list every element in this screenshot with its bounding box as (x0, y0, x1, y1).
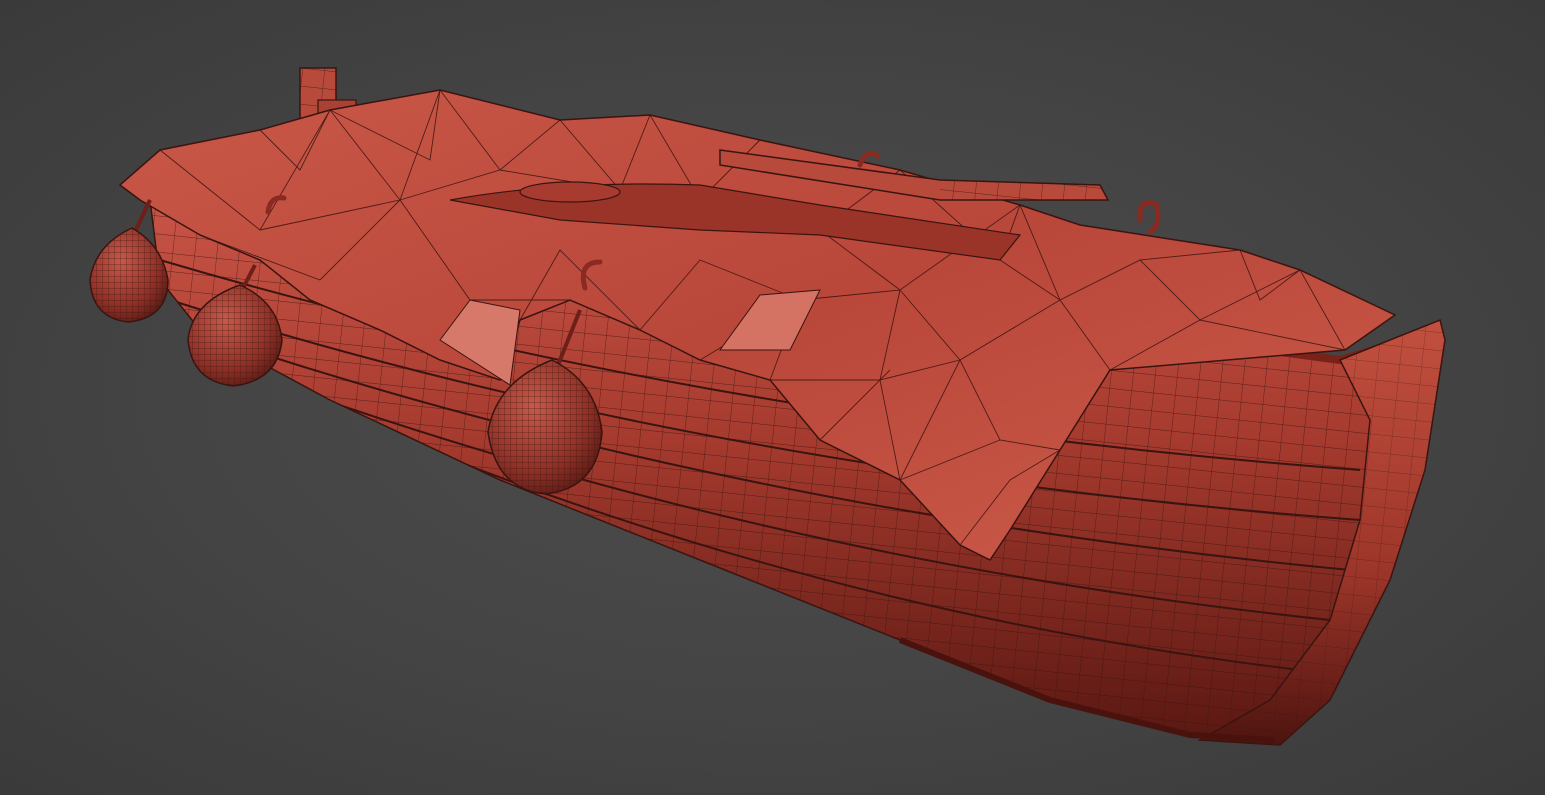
hook-icon (1137, 200, 1161, 235)
3d-viewport[interactable] (0, 0, 1545, 795)
model-render (89, 67, 1446, 746)
seat-hatch (519, 181, 621, 203)
